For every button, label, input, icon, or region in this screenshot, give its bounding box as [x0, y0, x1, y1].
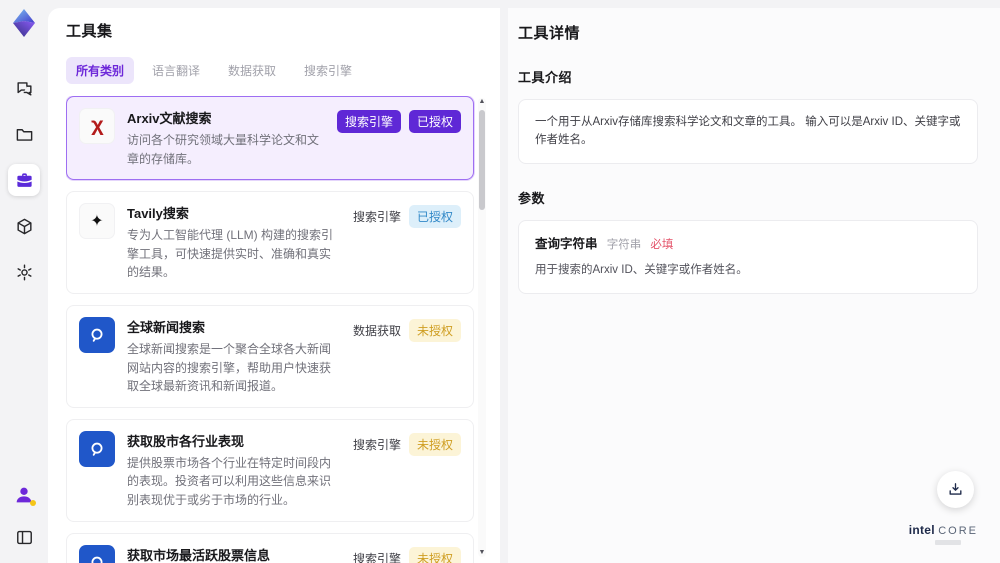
intel-logo-text: intel — [908, 523, 935, 537]
rail-bottom — [8, 479, 40, 553]
chat-icon — [15, 79, 34, 98]
tool-name: Arxiv文献搜索 — [127, 111, 212, 126]
tool-card-global-news[interactable]: 全球新闻搜索 全球新闻搜索是一个聚合全球各大新闻网站内容的搜索引擎，帮助用户快速… — [66, 304, 474, 408]
category-label: 数据获取 — [352, 323, 401, 338]
sidebar-item-models[interactable] — [8, 210, 40, 242]
brand-sub-badge — [934, 540, 961, 545]
tool-detail-panel: 工具详情 工具介绍 一个用于从Arxiv存储库搜索科学论文和文章的工具。 输入可… — [508, 8, 1000, 563]
tool-card-sector-performance[interactable]: 获取股市各行业表现 提供股票市场各个行业在特定时间段内的表现。投资者可以利用这些… — [66, 418, 474, 522]
param-box: 查询字符串 字符串 必填 用于搜索的Arxiv ID、关键字或作者姓名。 — [518, 219, 978, 294]
tool-desc: 专为人工智能代理 (LLM) 构建的搜索引擎工具，可快速提供实时、准确和真实的结… — [127, 228, 334, 280]
status-badge: 已授权 — [408, 110, 461, 133]
sidebar-item-settings[interactable] — [8, 256, 40, 288]
stock-tool-logo-icon — [79, 430, 115, 467]
scroll-up-arrow[interactable]: ▲ — [478, 98, 486, 106]
tool-name: Tavily搜索 — [127, 206, 189, 222]
panel-collapse-icon — [15, 528, 34, 547]
sidebar-item-files[interactable] — [8, 118, 40, 150]
intro-section-label: 工具介绍 — [518, 70, 573, 85]
download-button[interactable] — [937, 471, 974, 508]
news-search-logo-icon — [79, 316, 115, 353]
category-badge: 搜索引擎 — [336, 110, 401, 133]
params-section-label: 参数 — [518, 190, 546, 206]
list-scrollbar[interactable]: ▲ ▼ — [478, 98, 486, 557]
sidebar-item-tools[interactable] — [8, 164, 40, 196]
tool-name: 全球新闻搜索 — [127, 319, 206, 335]
param-type: 字符串 — [606, 238, 642, 251]
status-badge: 未授权 — [408, 432, 461, 456]
user-avatar-icon — [13, 484, 36, 506]
rail-nav — [8, 72, 40, 288]
tool-desc: 全球新闻搜索是一个聚合全球各大新闻网站内容的搜索引擎，帮助用户快速获取全球最新资… — [127, 341, 332, 394]
tab-data-fetch[interactable]: 数据获取 — [218, 57, 286, 84]
intel-core-brand: intel CORE — [909, 523, 978, 545]
tool-intro-box: 一个用于从Arxiv存储库搜索科学论文和文章的工具。 输入可以是Arxiv ID… — [518, 99, 978, 164]
category-label: 搜索引擎 — [352, 210, 401, 225]
tool-desc: 访问各个研究领域大量科学论文和文章的存储库。 — [127, 133, 320, 166]
detail-title: 工具详情 — [518, 25, 581, 42]
status-badge: 已授权 — [408, 205, 461, 229]
gear-icon — [15, 263, 34, 282]
arxiv-logo-icon: χ — [79, 108, 115, 144]
tool-name: 获取股市各行业表现 — [127, 433, 245, 449]
status-badge: 未授权 — [408, 318, 461, 342]
briefcase-icon — [15, 171, 34, 190]
tool-card-most-active-stocks[interactable]: 获取市场最活跃股票信息 提供当天交易量最高的股票列表。投资者可以利用这些信息来识… — [66, 532, 474, 563]
core-logo-text: CORE — [938, 525, 978, 537]
scrollbar-thumb[interactable] — [479, 110, 485, 210]
panel-divider — [500, 8, 508, 563]
avatar-status-dot — [30, 500, 36, 506]
param-name: 查询字符串 — [535, 236, 598, 251]
param-header: 查询字符串 字符串 必填 — [535, 234, 961, 254]
status-badge: 未授权 — [408, 546, 461, 563]
category-label: 搜索引擎 — [352, 437, 401, 452]
folder-icon — [15, 125, 34, 144]
category-tabs: 所有类别 语言翻译 数据获取 搜索引擎 — [66, 57, 486, 84]
tool-list: χ Arxiv文献搜索 访问各个研究领域大量科学论文和文章的存储库。 搜索引擎 … — [66, 96, 486, 563]
sidebar-item-profile[interactable] — [8, 479, 40, 511]
category-label: 搜索引擎 — [352, 551, 401, 563]
tab-search-engine[interactable]: 搜索引擎 — [294, 57, 362, 84]
cube-icon — [15, 217, 34, 236]
tool-name: 获取市场最活跃股票信息 — [127, 547, 271, 563]
download-icon — [947, 481, 964, 498]
toolset-panel: 工具集 所有类别 语言翻译 数据获取 搜索引擎 χ Arxiv文献搜索 访问各个… — [48, 8, 500, 563]
tab-all-categories[interactable]: 所有类别 — [66, 57, 135, 84]
scroll-down-arrow[interactable]: ▼ — [478, 549, 486, 557]
main-content: 工具集 所有类别 语言翻译 数据获取 搜索引擎 χ Arxiv文献搜索 访问各个… — [48, 8, 1000, 563]
tool-intro-text: 一个用于从Arxiv存储库搜索科学论文和文章的工具。 输入可以是Arxiv ID… — [535, 116, 961, 147]
app-rail — [0, 0, 48, 563]
tavily-logo-icon: ✦ — [79, 203, 115, 240]
tool-desc: 提供股票市场各个行业在特定时间段内的表现。投资者可以利用这些信息来识别表现优于或… — [127, 455, 332, 507]
sidebar-item-chat[interactable] — [8, 72, 40, 104]
page-title: 工具集 — [66, 23, 113, 40]
param-required-flag: 必填 — [650, 238, 674, 251]
app-logo[interactable] — [9, 8, 39, 38]
param-desc: 用于搜索的Arxiv ID、关键字或作者姓名。 — [535, 264, 748, 277]
sidebar-item-collapse[interactable] — [8, 521, 40, 553]
tool-card-tavily[interactable]: ✦ Tavily搜索 专为人工智能代理 (LLM) 构建的搜索引擎工具，可快速提… — [66, 191, 474, 294]
tool-card-arxiv[interactable]: χ Arxiv文献搜索 访问各个研究领域大量科学论文和文章的存储库。 搜索引擎 … — [66, 96, 474, 181]
stock-tool-logo-icon — [79, 544, 115, 563]
tab-language-translation[interactable]: 语言翻译 — [142, 57, 210, 84]
